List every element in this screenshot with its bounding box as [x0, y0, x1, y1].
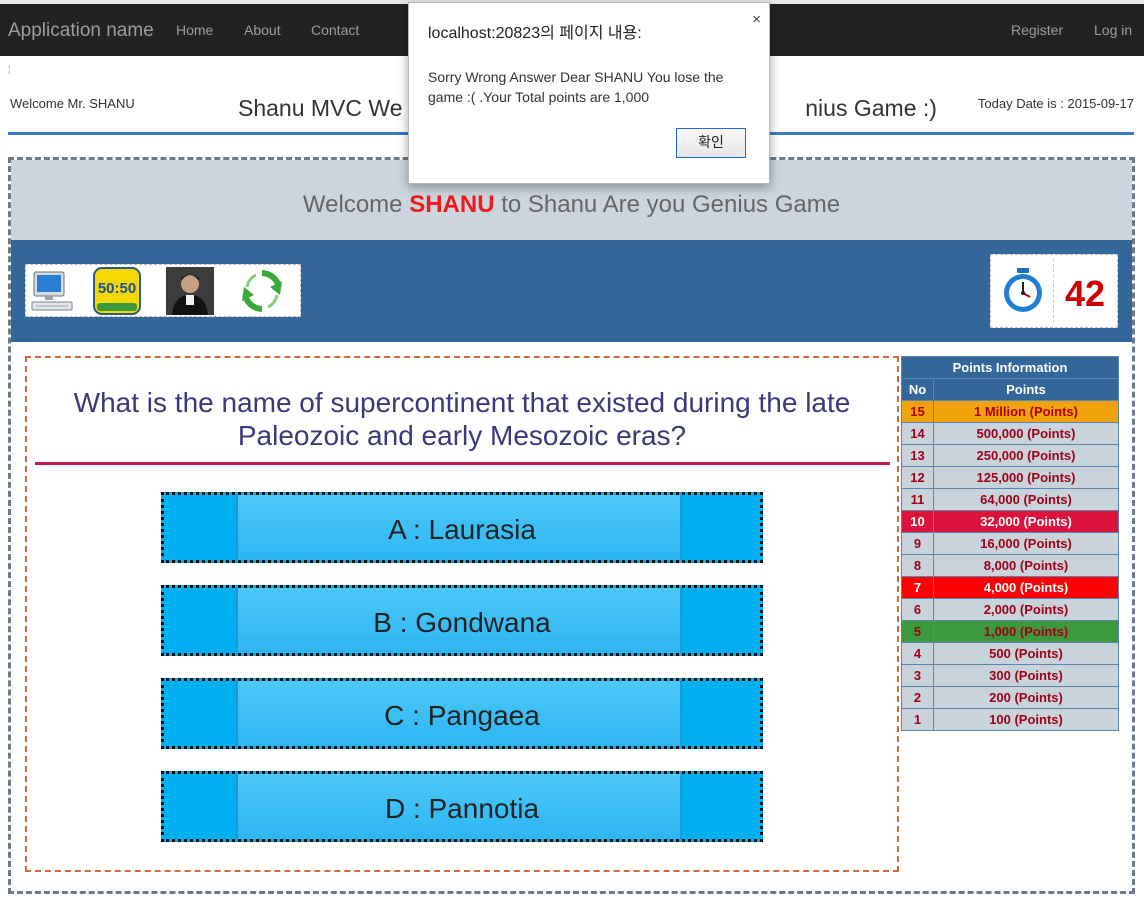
points-row: 3 300 (Points) — [901, 664, 1119, 687]
points-row: 6 2,000 (Points) — [901, 598, 1119, 621]
points-row-value: 125,000 (Points) — [933, 466, 1119, 489]
answer-d-label: D : Pannotia — [384, 793, 540, 824]
alert-dialog: localhost:20823의 페이지 내용: × Sorry Wrong A… — [408, 2, 770, 184]
timer-divider — [1053, 259, 1055, 323]
alert-ok-button[interactable]: 확인 — [676, 128, 746, 158]
points-header-points: Points — [933, 378, 1119, 401]
phone-friend-icon[interactable] — [166, 267, 214, 315]
points-row-no: 13 — [901, 444, 934, 467]
today-date: Today Date is : 2015-09-17 — [977, 96, 1134, 111]
points-row: 2 200 (Points) — [901, 686, 1119, 709]
points-row-value: 8,000 (Points) — [933, 554, 1119, 577]
points-row-no: 3 — [901, 664, 934, 687]
points-row: 1 100 (Points) — [901, 708, 1119, 731]
nav-register-link[interactable]: Register — [1011, 22, 1063, 38]
points-row: 10 32,000 (Points) — [901, 510, 1119, 533]
fifty-fifty-label: 50:50 — [97, 280, 137, 297]
points-row-no: 6 — [901, 598, 934, 621]
points-header-no: No — [901, 378, 934, 401]
banner-prefix: Welcome — [302, 191, 410, 218]
brand-link[interactable]: Application name — [8, 20, 154, 42]
question-divider — [35, 462, 890, 465]
points-row: 14 500,000 (Points) — [901, 422, 1119, 445]
timer-countdown: 42 — [1065, 273, 1106, 314]
points-row-value: 32,000 (Points) — [933, 510, 1119, 533]
points-row-value: 4,000 (Points) — [933, 576, 1119, 599]
banner-suffix: to Shanu Are you Genius Game — [494, 191, 841, 218]
points-row-value: 250,000 (Points) — [933, 444, 1119, 467]
lifeline-toolbar: 50:50 42 — [11, 240, 1132, 342]
points-row: 5 1,000 (Points) — [901, 620, 1119, 643]
question-text: What is the name of supercontinent that … — [73, 387, 851, 451]
points-row-value: 500,000 (Points) — [933, 422, 1119, 445]
close-icon[interactable]: × — [752, 11, 761, 28]
answer-d-button[interactable]: D : Pannotia — [161, 771, 763, 842]
alert-title: localhost:20823의 페이지 내용: — [428, 25, 642, 42]
answer-c-button[interactable]: C : Pangaea — [161, 678, 763, 749]
points-row-value: 64,000 (Points) — [933, 488, 1119, 511]
points-row-no: 2 — [901, 686, 934, 709]
points-row: 4 500 (Points) — [901, 642, 1119, 665]
points-table-body: 15 1 Million (Points) 14 500,000 (Points) 13… — [901, 400, 1119, 731]
page-title-right: nius Game :) — [805, 95, 937, 121]
points-row: 13 250,000 (Points) — [901, 444, 1119, 467]
points-row-no: 12 — [901, 466, 934, 489]
answer-b-button[interactable]: B : Gondwana — [161, 585, 763, 656]
alert-message: Sorry Wrong Answer Dear SHANU You lose t… — [428, 69, 724, 105]
points-row-value: 200 (Points) — [933, 686, 1119, 709]
computer-icon[interactable] — [28, 267, 76, 315]
points-row-value: 300 (Points) — [933, 664, 1119, 687]
tiny-mark: ¦ — [8, 64, 11, 74]
points-row-no: 1 — [901, 708, 934, 731]
lifelines-panel: 50:50 — [25, 264, 301, 317]
points-row: 15 1 Million (Points) — [901, 400, 1119, 423]
points-row-value: 1 Million (Points) — [933, 400, 1119, 423]
points-row-value: 16,000 (Points) — [933, 532, 1119, 555]
answer-c-label: C : Pangaea — [384, 700, 540, 731]
points-row-no: 9 — [901, 532, 934, 555]
points-row-value: 1,000 (Points) — [933, 620, 1119, 643]
welcome-user-text: Welcome Mr. SHANU — [10, 96, 135, 111]
page-title-left: Shanu MVC We — [238, 95, 403, 121]
nav-login-link[interactable]: Log in — [1094, 22, 1132, 38]
answer-b-label: B : Gondwana — [373, 607, 551, 638]
points-row-value: 2,000 (Points) — [933, 598, 1119, 621]
points-table-caption: Points Information — [901, 356, 1119, 379]
answer-a-label: A : Laurasia — [388, 514, 536, 545]
points-row: 7 4,000 (Points) — [901, 576, 1119, 599]
points-row-no: 10 — [901, 510, 934, 533]
nav-contact-link[interactable]: Contact — [311, 22, 359, 38]
points-row-no: 4 — [901, 642, 934, 665]
points-row-value: 500 (Points) — [933, 642, 1119, 665]
points-row: 9 16,000 (Points) — [901, 532, 1119, 555]
swap-question-icon[interactable] — [238, 267, 286, 315]
nav-about-link[interactable]: About — [244, 22, 281, 38]
points-table: Points Information No Points 15 1 Million… — [901, 356, 1119, 731]
points-row-no: 11 — [901, 488, 934, 511]
points-row: 8 8,000 (Points) — [901, 554, 1119, 577]
banner-text: Welcome SHANU to Shanu Are you Genius Ga… — [11, 191, 1132, 219]
points-row: 11 64,000 (Points) — [901, 488, 1119, 511]
nav-home-link[interactable]: Home — [176, 22, 213, 38]
points-row-no: 14 — [901, 422, 934, 445]
answer-a-button[interactable]: A : Laurasia — [161, 492, 763, 563]
timer-panel: 42 — [990, 254, 1118, 328]
points-row-no: 15 — [901, 400, 934, 423]
points-row-value: 100 (Points) — [933, 708, 1119, 731]
banner-user: SHANU — [409, 191, 495, 218]
points-row-no: 7 — [901, 576, 934, 599]
points-row-no: 8 — [901, 554, 934, 577]
points-row-no: 5 — [901, 620, 934, 643]
stopwatch-icon — [999, 266, 1047, 314]
fifty-fifty-icon[interactable]: 50:50 — [93, 267, 141, 315]
points-row: 12 125,000 (Points) — [901, 466, 1119, 489]
